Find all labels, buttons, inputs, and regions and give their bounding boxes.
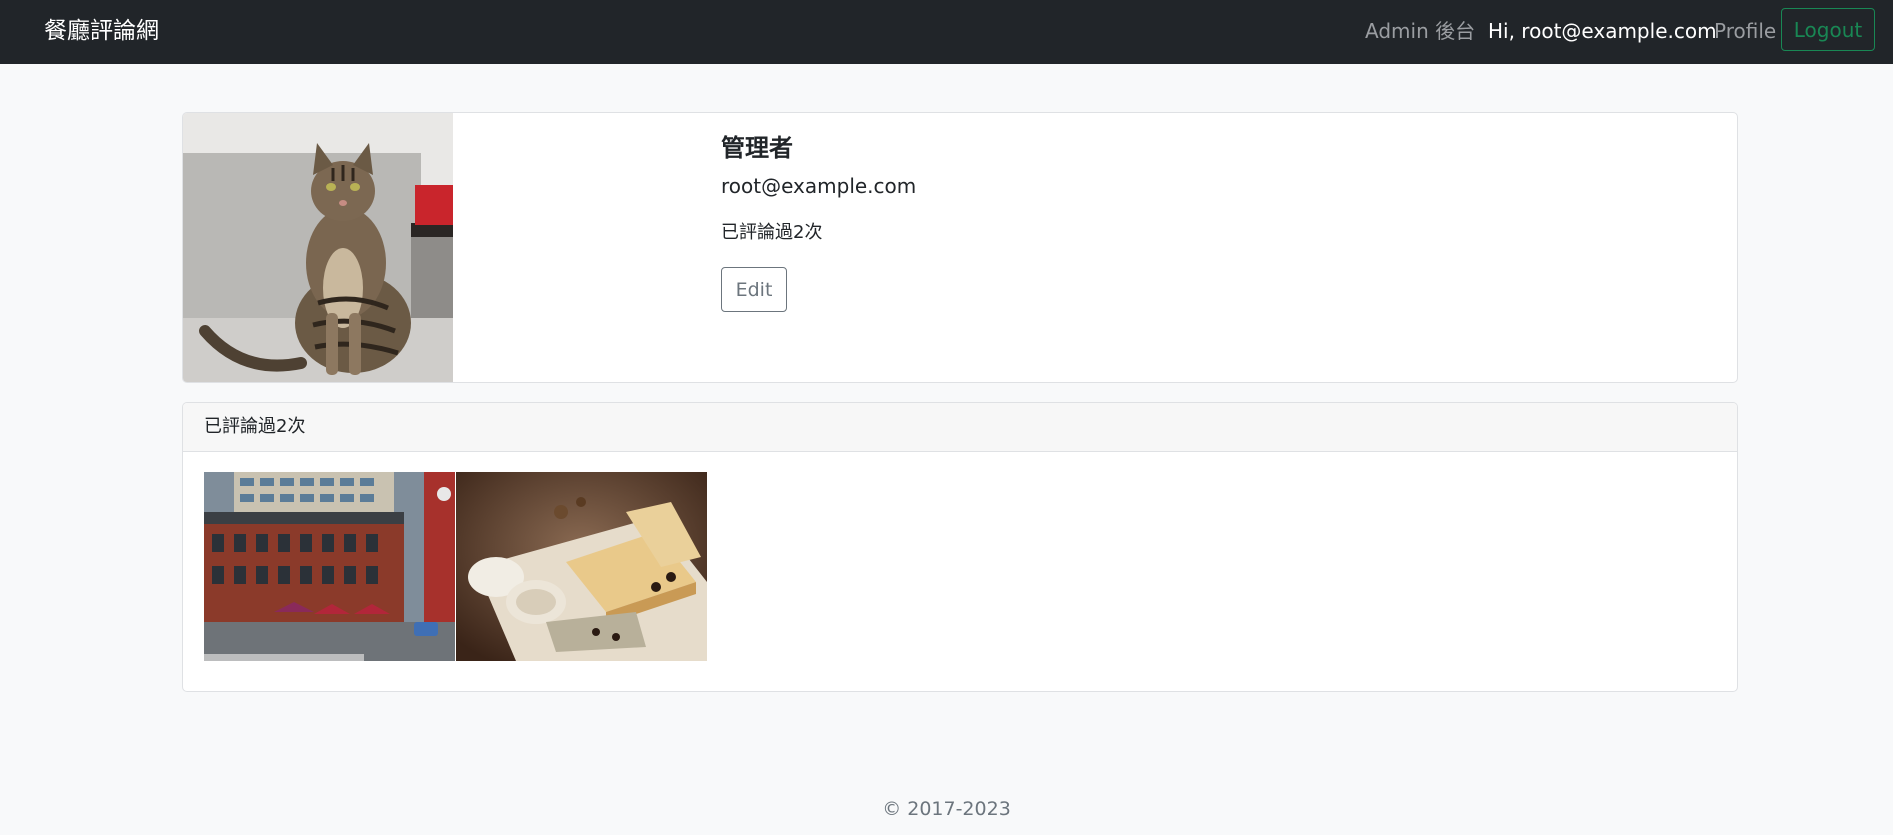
profile-email: root@example.com <box>721 174 917 198</box>
restaurant-street-image <box>204 472 455 661</box>
admin-link[interactable]: Admin 後台 <box>1365 17 1475 45</box>
profile-name: 管理者 <box>721 134 793 162</box>
brand-logo-link[interactable]: 餐廳評論網 <box>44 16 159 46</box>
reviewed-count-header: 已評論過2次 <box>204 416 306 437</box>
reviewed-restaurants-card: 已評論過2次 <box>182 402 1738 692</box>
restaurant-thumbnail-link[interactable] <box>204 472 455 661</box>
edit-profile-button[interactable]: Edit <box>721 267 787 312</box>
avatar <box>183 113 453 382</box>
cheese-plate-image <box>456 472 707 661</box>
profile-card: 管理者 root@example.com 已評論過2次 Edit <box>182 112 1738 383</box>
card-header: 已評論過2次 <box>183 403 1737 452</box>
user-greeting: Hi, root@example.com <box>1488 19 1717 43</box>
top-navbar: 餐廳評論網 Admin 後台 Hi, root@example.com Prof… <box>0 0 1893 64</box>
comment-count: 已評論過2次 <box>721 222 823 243</box>
cat-avatar-image <box>183 113 453 382</box>
restaurant-thumbnail-link[interactable] <box>456 472 707 661</box>
profile-link[interactable]: Profile <box>1714 17 1776 45</box>
logout-button[interactable]: Logout <box>1781 8 1875 51</box>
footer-copyright: © 2017-2023 <box>882 798 1011 820</box>
